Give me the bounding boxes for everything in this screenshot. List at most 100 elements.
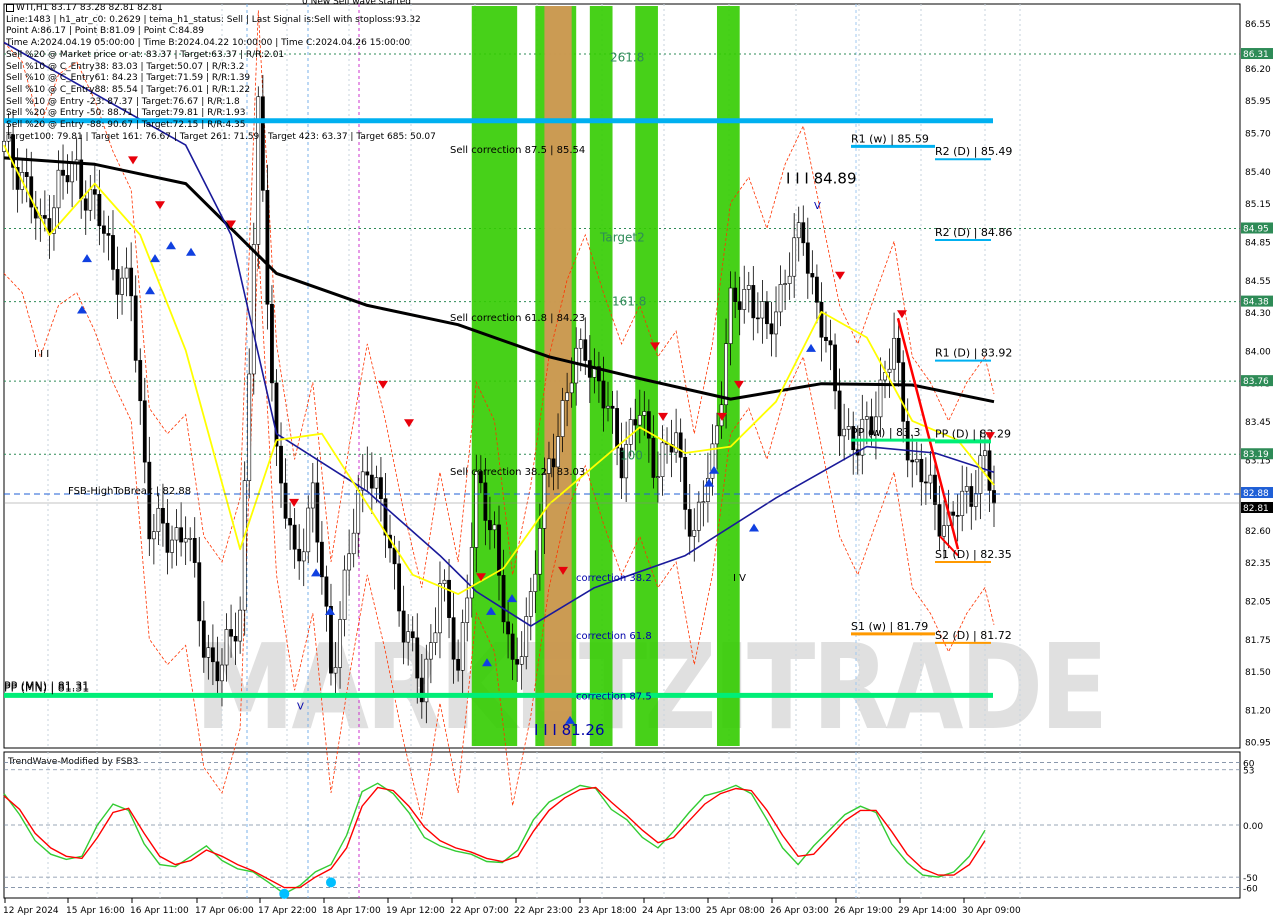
candle-body — [923, 481, 928, 484]
candle-body — [197, 562, 202, 622]
candle-body — [742, 289, 747, 310]
candle-body — [156, 507, 161, 532]
annotation: Target2 — [599, 230, 645, 244]
candle-body — [215, 661, 220, 682]
candle-body — [601, 380, 606, 409]
candle-body — [533, 573, 538, 592]
candle-body — [937, 504, 942, 537]
annotation: correction 87.5 — [576, 691, 652, 702]
candle-body — [796, 222, 801, 239]
x-tick-label: 19 Apr 12:00 — [386, 906, 445, 916]
candle-body — [442, 579, 447, 584]
candle-body — [61, 169, 65, 176]
candle-body — [733, 287, 738, 302]
candle-body — [220, 664, 224, 682]
price-badge-label: 83.19 — [1243, 450, 1269, 460]
y-tick-label: 82.05 — [1245, 597, 1271, 607]
zone-orange — [544, 6, 572, 746]
candle-body — [115, 269, 120, 295]
candle-body — [165, 522, 170, 553]
y-tick-label: 84.85 — [1245, 238, 1271, 248]
y-tick-label: 84.55 — [1245, 277, 1271, 287]
candle-body — [556, 436, 560, 468]
price-badge-label: 82.88 — [1243, 489, 1269, 499]
candle-body — [778, 284, 783, 313]
candle-body — [960, 490, 965, 517]
candle-body — [192, 538, 197, 563]
candle-body — [111, 235, 115, 270]
candle-body — [301, 551, 306, 562]
top-banner-text: 0 New Sell wave started — [302, 0, 411, 7]
candle-body — [428, 642, 433, 660]
candle-body — [692, 530, 697, 537]
candle-body — [864, 416, 869, 420]
x-tick-label: 24 Apr 13:00 — [642, 906, 701, 916]
candle-body — [492, 524, 497, 531]
candle-body — [260, 96, 265, 191]
y-tick-label: 81.20 — [1245, 707, 1271, 717]
y-tick-label: 85.95 — [1245, 97, 1271, 107]
candle-body — [715, 425, 719, 445]
candle-body — [433, 632, 438, 643]
candle-body — [161, 507, 165, 524]
candle-body — [406, 631, 411, 643]
candle-body — [846, 426, 851, 430]
candle-body — [229, 629, 233, 637]
candle-body — [270, 303, 274, 384]
candle-body — [583, 339, 588, 361]
pivot-label: S1 (D) | 82.35 — [935, 548, 1012, 561]
candle-body — [610, 405, 615, 409]
zone-green — [716, 6, 740, 746]
candle-body — [805, 242, 810, 274]
candle-body — [633, 419, 638, 426]
annotation: 100 — [620, 448, 643, 462]
candle-body — [315, 482, 320, 543]
candle-body — [242, 480, 247, 611]
candle-body — [451, 617, 456, 660]
candle-body — [755, 317, 760, 320]
candle-body — [283, 482, 288, 519]
candle-body — [392, 547, 397, 565]
candle-body — [151, 531, 156, 540]
candle-body — [56, 169, 61, 209]
candle-body — [928, 474, 933, 484]
candle-body — [760, 301, 765, 319]
x-tick-label: 26 Apr 03:00 — [770, 906, 829, 916]
price-badge-label: 84.95 — [1243, 224, 1269, 234]
candle-body — [88, 189, 93, 211]
candle-body — [415, 637, 420, 679]
candle-body — [356, 489, 361, 534]
candle-body — [170, 539, 174, 553]
candle-body — [819, 302, 824, 338]
y-tick-label: 83.45 — [1245, 418, 1271, 428]
candle-body — [379, 477, 383, 499]
candle-body — [333, 667, 338, 674]
candle-body — [678, 432, 683, 458]
trading-chart[interactable]: MARKETZITRADER1 (w) | 85.59R2 (D) | 85.4… — [0, 0, 1280, 920]
osc-tick-label: -60 — [1243, 885, 1258, 895]
annotation: V — [297, 702, 304, 713]
candle-body — [983, 450, 987, 457]
candle-body — [224, 629, 229, 666]
x-tick-label: 30 Apr 09:00 — [962, 906, 1021, 916]
candle-body — [129, 267, 134, 297]
y-tick-label: 80.95 — [1245, 739, 1271, 749]
x-tick-label: 18 Apr 17:00 — [322, 906, 381, 916]
candle-body — [70, 162, 75, 183]
candle-body — [124, 267, 129, 279]
candle-body — [456, 658, 461, 671]
candle-body — [488, 520, 492, 531]
candle-body — [751, 285, 756, 319]
candle-body — [447, 579, 451, 618]
osc-marker-dot — [326, 877, 336, 888]
candle-body — [615, 408, 619, 449]
candle-body — [65, 175, 70, 183]
candle-body — [783, 283, 788, 285]
candle-body — [179, 527, 184, 543]
candle-body — [824, 336, 828, 341]
candle-body — [365, 471, 370, 476]
price-badge-label: 84.38 — [1243, 298, 1269, 308]
osc-tick-label: -50 — [1243, 874, 1258, 884]
candle-body — [792, 237, 797, 277]
price-badge-label: 83.76 — [1243, 377, 1269, 387]
